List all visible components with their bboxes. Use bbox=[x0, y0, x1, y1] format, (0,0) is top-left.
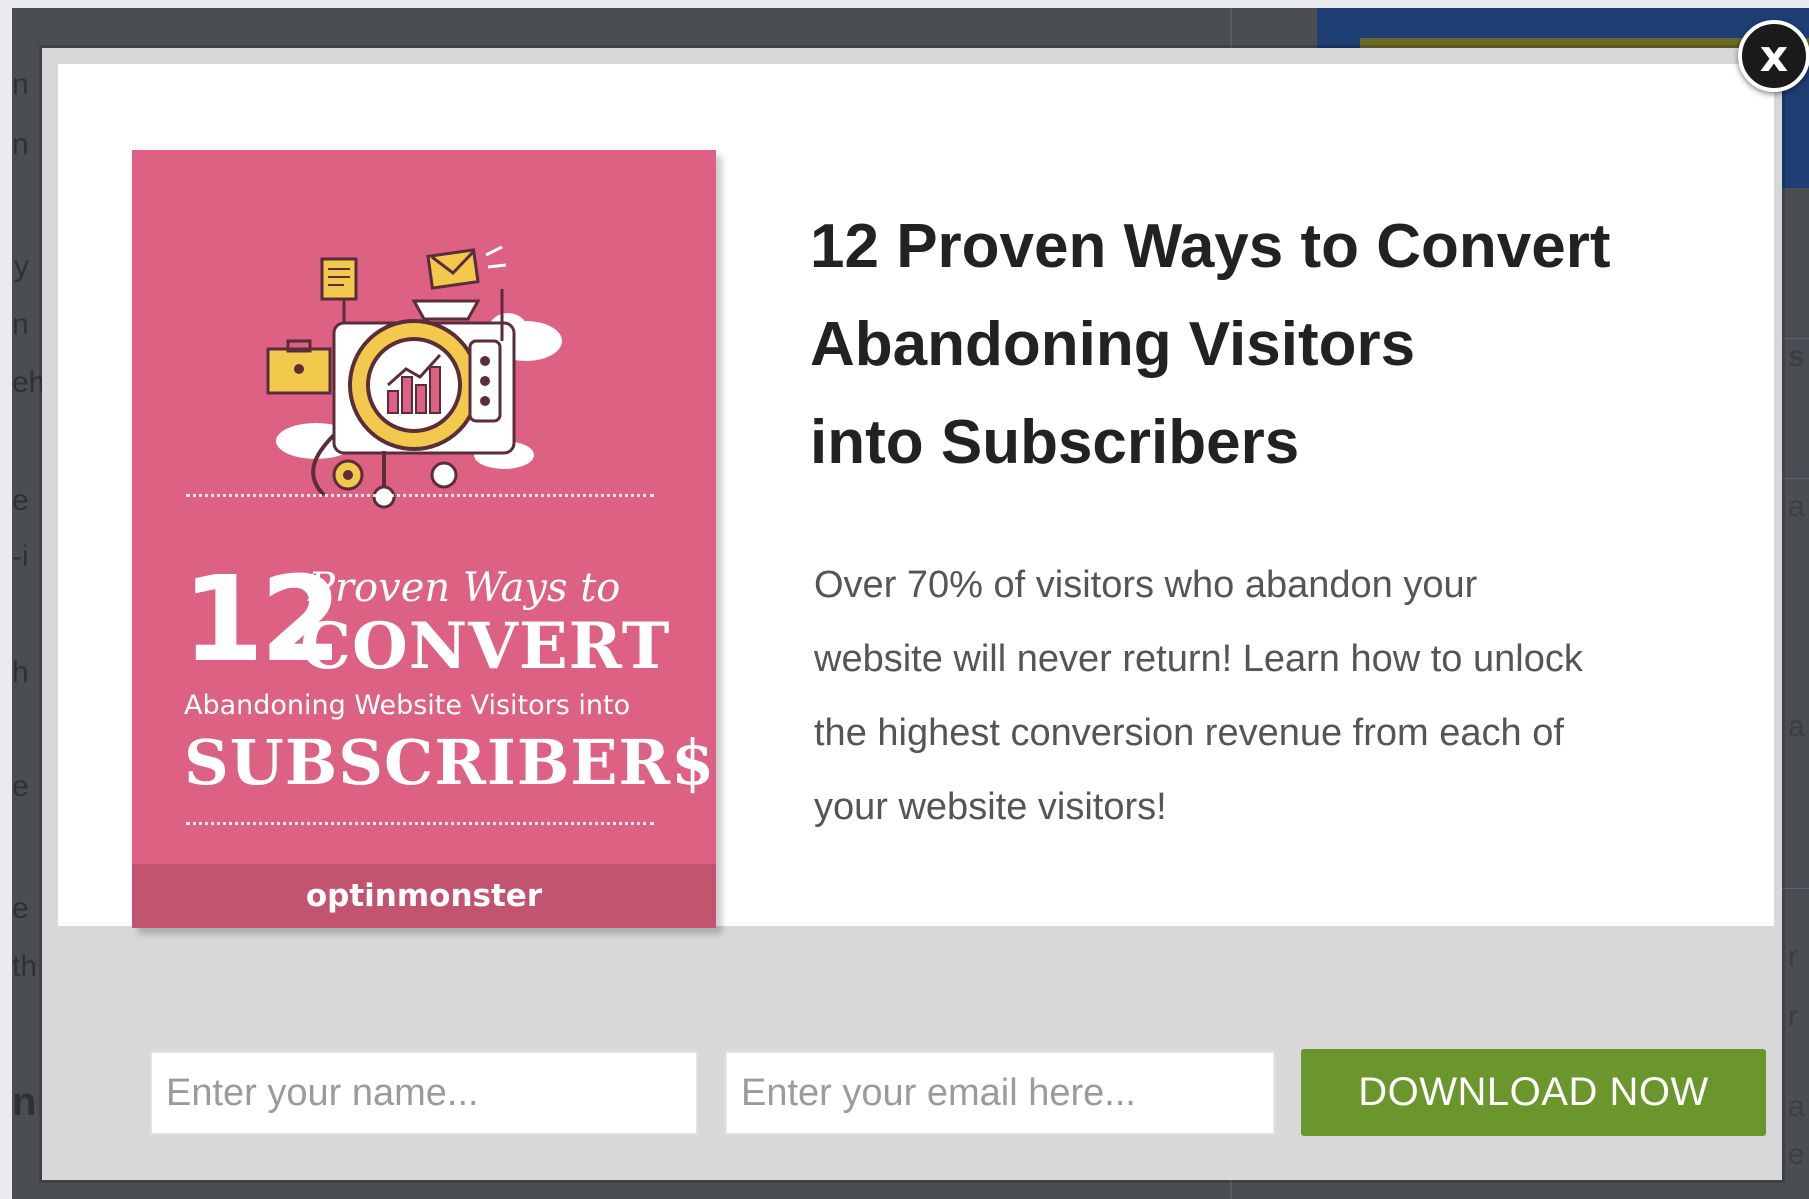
name-input[interactable] bbox=[150, 1051, 698, 1135]
background-text-fragment: n bbox=[12, 68, 29, 101]
background-text-fragment: r bbox=[1788, 1000, 1798, 1033]
cover-abandoning-text: Abandoning Website Visitors into bbox=[184, 690, 631, 721]
description-line: the highest conversion revenue from each… bbox=[814, 712, 1564, 754]
headline-line: into Subscribers bbox=[810, 408, 1300, 477]
background-text-fragment: s bbox=[1788, 340, 1805, 373]
background-text-fragment: n bbox=[12, 308, 29, 341]
background-text-fragment: -i bbox=[12, 540, 29, 573]
headline-line: Abandoning Visitors bbox=[810, 310, 1416, 379]
cover-proven-text: Proven Ways to bbox=[308, 565, 621, 611]
cover-divider-top bbox=[186, 494, 654, 497]
modal-headline: 12 Proven Ways to Convert Abandoning Vis… bbox=[810, 198, 1750, 492]
optinmonster-logo: optinmonster bbox=[305, 878, 543, 914]
ebook-cover: 12 Proven Ways to CONVERT Abandoning Web… bbox=[132, 150, 716, 928]
close-modal-button[interactable]: x bbox=[1738, 20, 1809, 92]
description-line: website will never return! Learn how to … bbox=[814, 638, 1583, 680]
background-text-fragment: a bbox=[1788, 1090, 1805, 1123]
background-text-fragment: eh bbox=[12, 366, 46, 399]
cover-footer: optinmonster bbox=[132, 864, 716, 928]
cover-subscribers-text: SUBSCRIBER$ bbox=[184, 726, 716, 799]
description-line: Over 70% of visitors who abandon your bbox=[814, 564, 1478, 606]
cover-convert-text: CONVERT bbox=[300, 609, 671, 684]
optin-modal: 12 Proven Ways to CONVERT Abandoning Web… bbox=[42, 48, 1782, 1180]
background-text-fragment: n bbox=[12, 1080, 37, 1124]
background-text-fragment: e bbox=[12, 770, 29, 803]
background-text-fragment: e bbox=[12, 892, 29, 925]
close-icon: x bbox=[1759, 30, 1789, 82]
modal-description: Over 70% of visitors who abandon your we… bbox=[814, 548, 1714, 844]
background-text-fragment: a bbox=[1788, 490, 1805, 523]
background-text-fragment: e bbox=[12, 484, 29, 517]
background-text-fragment: h bbox=[12, 656, 29, 689]
description-line: your website visitors! bbox=[814, 786, 1167, 828]
email-input[interactable] bbox=[725, 1051, 1275, 1135]
download-now-button[interactable]: DOWNLOAD NOW bbox=[1301, 1049, 1766, 1136]
background-text-fragment: y bbox=[14, 250, 29, 283]
background-text-fragment: th bbox=[12, 950, 38, 983]
headline-line: 12 Proven Ways to Convert bbox=[810, 212, 1611, 281]
background-text-fragment: e bbox=[1788, 1138, 1805, 1171]
cover-divider-bottom bbox=[186, 822, 654, 825]
background-text-fragment: n bbox=[12, 128, 29, 161]
background-text-fragment: a bbox=[1788, 710, 1805, 743]
background-text-fragment: r bbox=[1788, 940, 1798, 973]
marketing-illustration-icon bbox=[266, 245, 562, 509]
